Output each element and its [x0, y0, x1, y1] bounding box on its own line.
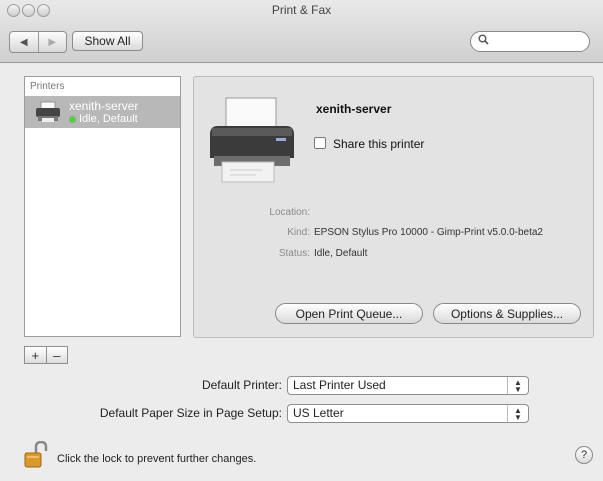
default-printer-value: Last Printer Used — [293, 378, 386, 392]
printer-list-item-status: Idle, Default — [69, 113, 138, 125]
location-label: Location: — [269, 207, 310, 218]
large-printer-icon — [206, 96, 298, 189]
printer-list-item[interactable]: xenith-server Idle, Default — [25, 96, 180, 128]
search-icon — [478, 34, 489, 48]
printer-list-item-name: xenith-server — [69, 99, 139, 113]
remove-printer-button[interactable]: – — [45, 347, 68, 363]
select-arrows-icon: ▲ ▼ — [507, 377, 528, 394]
select-arrows-icon: ▲ ▼ — [507, 405, 528, 422]
status-value: Idle, Default — [314, 248, 368, 259]
options-supplies-button[interactable]: Options & Supplies... — [433, 303, 581, 324]
kind-label: Kind: — [287, 227, 310, 238]
search-input[interactable] — [470, 31, 590, 52]
printers-list-header: Printers — [30, 81, 65, 92]
forward-arrow-icon: ▶ — [48, 36, 57, 48]
help-button[interactable]: ? — [575, 446, 593, 464]
paper-size-value: US Letter — [293, 406, 344, 420]
show-all-button[interactable]: Show All — [72, 31, 143, 51]
status-label: Status: — [278, 248, 310, 259]
add-printer-button[interactable]: + — [25, 347, 46, 363]
printer-icon — [35, 101, 61, 128]
window-title: Print & Fax — [271, 3, 332, 17]
lock-icon[interactable] — [24, 440, 48, 474]
kind-value: EPSON Stylus Pro 10000 - Gimp-Print v5.0… — [314, 227, 543, 238]
default-printer-select[interactable]: Last Printer Used ▲ ▼ — [287, 376, 529, 395]
status-dot-icon — [69, 115, 76, 123]
share-printer-label[interactable]: Share this printer — [333, 137, 424, 151]
back-button[interactable]: ◀ — [10, 32, 38, 52]
back-arrow-icon: ◀ — [19, 36, 28, 48]
add-remove-control: + – — [24, 346, 68, 364]
paper-size-label: Default Paper Size in Page Setup: — [99, 406, 282, 420]
printers-list[interactable]: Printers xenith-server Idle, Default — [24, 76, 181, 337]
forward-button[interactable]: ▶ — [37, 32, 67, 52]
default-printer-label: Default Printer: — [201, 378, 282, 392]
open-print-queue-button[interactable]: Open Print Queue... — [275, 303, 423, 324]
lock-message: Click the lock to prevent further change… — [57, 453, 257, 465]
paper-size-select[interactable]: US Letter ▲ ▼ — [287, 404, 529, 423]
nav-segmented-control: ◀ ▶ — [9, 31, 67, 53]
printer-list-item-status-text: Idle, Default — [79, 113, 138, 125]
window-titlebar: Print & Fax ◀ ▶ Show All — [0, 0, 603, 63]
share-printer-checkbox[interactable] — [314, 137, 326, 149]
printer-name: xenith-server — [316, 102, 392, 116]
